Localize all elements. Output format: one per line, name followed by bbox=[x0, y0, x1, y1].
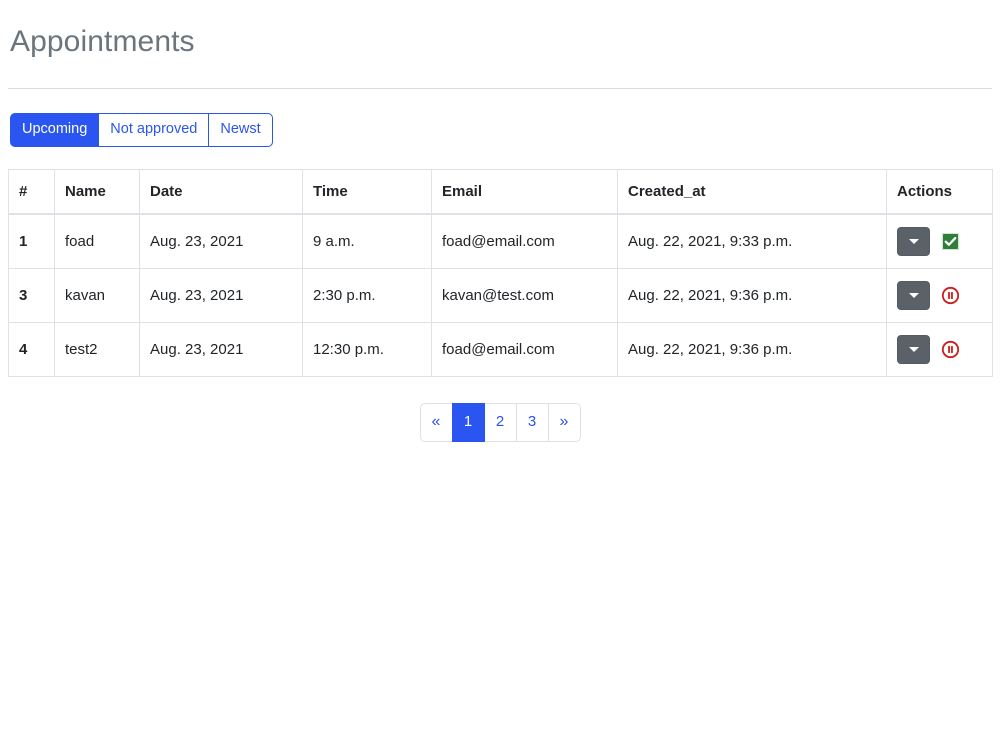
title-divider bbox=[8, 88, 992, 89]
cell-email: foad@email.com bbox=[431, 213, 618, 269]
pending-pause-icon[interactable] bbox=[940, 285, 960, 305]
appointments-table-container: # Name Date Time Email Created_at Actions 1 foa… bbox=[8, 168, 993, 377]
cell-actions bbox=[886, 321, 993, 377]
cell-time: 12:30 p.m. bbox=[302, 321, 432, 377]
row-actions-dropdown-button[interactable] bbox=[897, 334, 930, 364]
column-header-created-at: Created_at bbox=[617, 168, 887, 215]
cell-name: test2 bbox=[54, 321, 140, 377]
table-header-row: # Name Date Time Email Created_at Actions bbox=[8, 168, 993, 215]
cell-id: 4 bbox=[8, 321, 55, 377]
column-header-time: Time bbox=[302, 168, 432, 215]
filter-button-group: Upcoming Not approved Newst bbox=[10, 113, 273, 147]
pending-pause-icon[interactable] bbox=[940, 339, 960, 359]
cell-id: 1 bbox=[8, 213, 55, 269]
pagination-next-button[interactable]: » bbox=[547, 402, 581, 442]
row-actions-dropdown-button[interactable] bbox=[897, 226, 930, 256]
cell-name: foad bbox=[54, 213, 140, 269]
approved-check-icon[interactable] bbox=[940, 231, 960, 251]
caret-down-icon bbox=[908, 346, 919, 352]
page-root: Appointments Upcoming Not approved Newst #… bbox=[0, 0, 1000, 442]
cell-date: Aug. 23, 2021 bbox=[139, 267, 303, 323]
pagination-page-3[interactable]: 3 bbox=[515, 402, 549, 442]
cell-name: kavan bbox=[54, 267, 140, 323]
cell-time: 9 a.m. bbox=[302, 213, 432, 269]
pagination-container: «1 2 3» bbox=[8, 402, 992, 442]
cell-email: foad@email.com bbox=[431, 321, 618, 377]
column-header-name: Name bbox=[54, 168, 140, 215]
pagination: «1 2 3» bbox=[419, 402, 581, 442]
table-row: 3 kavan Aug. 23, 2021 2:30 p.m. kavan@test.c… bbox=[8, 267, 993, 323]
actions-group bbox=[897, 226, 982, 256]
table-row: 1 foad Aug. 23, 2021 9 a.m. foad@email.com Au… bbox=[8, 213, 993, 269]
column-header-date: Date bbox=[139, 168, 303, 215]
cell-id: 3 bbox=[8, 267, 55, 323]
column-header-actions: Actions bbox=[886, 168, 993, 215]
filter-button-upcoming[interactable]: Upcoming bbox=[10, 113, 100, 147]
row-actions-dropdown-button[interactable] bbox=[897, 280, 930, 310]
actions-group bbox=[897, 334, 982, 364]
page-title: Appointments bbox=[10, 25, 195, 58]
column-header-email: Email bbox=[431, 168, 618, 215]
cell-time: 2:30 p.m. bbox=[302, 267, 432, 323]
cell-created-at: Aug. 22, 2021, 9:36 p.m. bbox=[617, 321, 887, 377]
filter-button-newst[interactable]: Newst bbox=[208, 113, 273, 147]
cell-date: Aug. 23, 2021 bbox=[139, 213, 303, 269]
caret-down-icon bbox=[908, 238, 919, 244]
cell-created-at: Aug. 22, 2021, 9:36 p.m. bbox=[617, 267, 887, 323]
column-header-: # bbox=[8, 168, 55, 215]
pagination-page-1[interactable]: 1 bbox=[451, 402, 485, 442]
table-body: 1 foad Aug. 23, 2021 9 a.m. foad@email.com Au… bbox=[8, 213, 993, 377]
cell-email: kavan@test.com bbox=[431, 267, 618, 323]
cell-date: Aug. 23, 2021 bbox=[139, 321, 303, 377]
appointments-table: # Name Date Time Email Created_at Actions 1 foa… bbox=[8, 168, 993, 377]
filter-button-not-approved[interactable]: Not approved bbox=[98, 113, 210, 147]
caret-down-icon bbox=[908, 292, 919, 298]
table-head: # Name Date Time Email Created_at Actions bbox=[8, 168, 993, 215]
table-row: 4 test2 Aug. 23, 2021 12:30 p.m. foad@email.… bbox=[8, 321, 993, 377]
cell-created-at: Aug. 22, 2021, 9:33 p.m. bbox=[617, 213, 887, 269]
actions-group bbox=[897, 280, 982, 310]
pagination-prev-button[interactable]: « bbox=[419, 402, 453, 442]
cell-actions bbox=[886, 213, 993, 269]
cell-actions bbox=[886, 267, 993, 323]
pagination-page-2[interactable]: 2 bbox=[483, 402, 517, 442]
